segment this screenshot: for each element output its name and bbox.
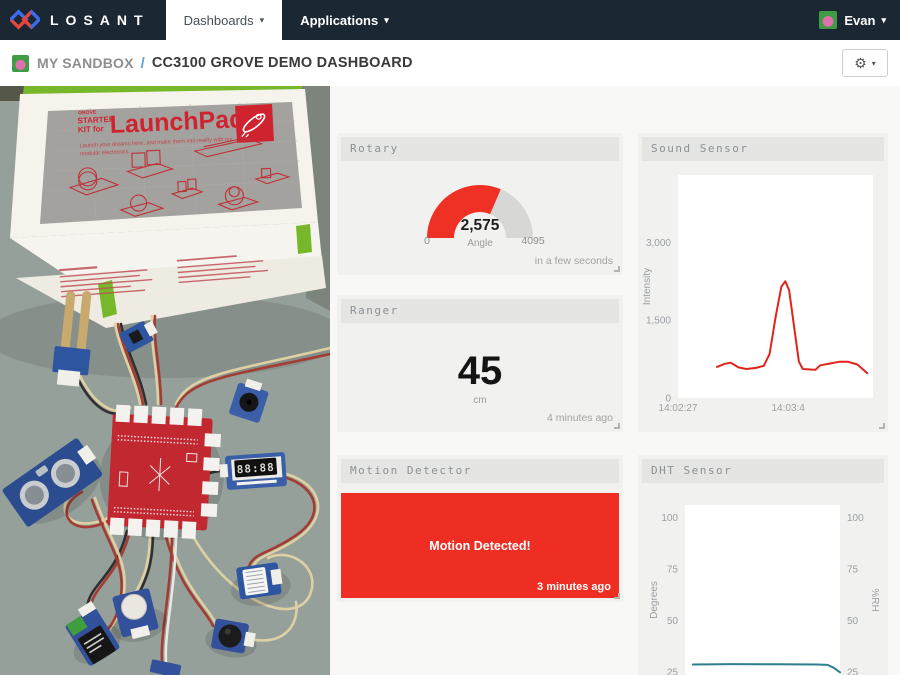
- motion-alert-panel: Motion Detected! 3 minutes ago: [341, 493, 619, 598]
- svg-text:25: 25: [667, 667, 679, 675]
- widget-title: Rotary: [341, 137, 619, 161]
- svg-text:50: 50: [847, 616, 859, 627]
- svg-text:100: 100: [847, 513, 864, 524]
- chevron-down-icon: ▾: [384, 14, 389, 25]
- widget-rotary: Rotary 2,575 Angle 0 4095 in a few secon…: [337, 133, 623, 275]
- resize-handle[interactable]: [879, 423, 885, 429]
- svg-text:50: 50: [667, 616, 679, 627]
- svg-text:75: 75: [667, 564, 679, 575]
- ranger-value: 45: [457, 349, 503, 393]
- grove-kit-photo: GROVE STARTER KIT for LaunchPad Launch y…: [0, 86, 330, 675]
- widget-ranger: Ranger 45 cm 4 minutes ago: [337, 295, 623, 432]
- breadcrumb-separator: /: [140, 54, 145, 72]
- svg-text:75: 75: [847, 564, 859, 575]
- svg-text:Intensity: Intensity: [642, 268, 653, 305]
- resize-handle[interactable]: [614, 423, 620, 429]
- last-updated: 3 minutes ago: [537, 581, 611, 593]
- page-title: CC3100 GROVE DEMO DASHBOARD: [151, 55, 413, 71]
- gauge-label: Angle: [467, 238, 493, 249]
- user-avatar: [819, 11, 838, 29]
- widget-title: Motion Detector: [341, 459, 619, 483]
- brand-wordmark: LOSANT: [50, 12, 150, 28]
- chevron-down-icon: ▾: [881, 14, 886, 25]
- svg-text:KIT for: KIT for: [78, 124, 104, 134]
- chevron-down-icon: ▾: [259, 14, 265, 25]
- svg-text:Degrees: Degrees: [649, 581, 660, 619]
- last-updated: 4 minutes ago: [547, 412, 613, 424]
- svg-text:14:02:27: 14:02:27: [659, 403, 698, 414]
- tab-dashboards[interactable]: Dashboards ▾: [165, 0, 283, 40]
- display-digits: 88:88: [236, 461, 275, 477]
- svg-text:%RH: %RH: [869, 588, 880, 611]
- svg-text:14:03:4: 14:03:4: [771, 403, 805, 414]
- navbar-spacer: [407, 0, 806, 40]
- dashboard-settings-button[interactable]: ⚙ ▾: [842, 49, 888, 77]
- svg-text:3,000: 3,000: [646, 238, 671, 249]
- ranger-unit: cm: [473, 395, 487, 406]
- widget-dht-sensor: DHT Sensor 100 75 50 25 100 75 50 25 Degrees %RH: [638, 455, 888, 675]
- dht-line-chart: 100 75 50 25 100 75 50 25 Degrees %RH: [649, 505, 880, 675]
- sound-line-chart: 01,5003,00014:02:27 14:03:4Intensity: [642, 175, 873, 414]
- widget-sound-sensor: Sound Sensor 0 1,500 3,000 14:02:27 14:03:4 I…: [638, 133, 888, 432]
- tab-applications[interactable]: Applications ▾: [282, 0, 407, 40]
- user-menu[interactable]: Evan ▾: [805, 0, 900, 40]
- svg-text:25: 25: [847, 667, 859, 675]
- last-updated: in a few seconds: [534, 255, 613, 267]
- breadcrumb: MY SANDBOX / CC3100 GROVE DEMO DASHBOARD…: [0, 40, 900, 86]
- chevron-down-icon: ▾: [871, 58, 876, 68]
- widget-title: DHT Sensor: [642, 459, 884, 483]
- gauge-value: 2,575: [460, 217, 500, 234]
- segment-display-module: 88:88: [219, 452, 287, 490]
- starter-kit-box: GROVE STARTER KIT for LaunchPad Launch y…: [10, 86, 326, 328]
- sandbox-avatar: [12, 54, 29, 72]
- resize-handle[interactable]: [614, 593, 620, 599]
- svg-text:1,500: 1,500: [646, 316, 671, 327]
- gauge-min: 0: [424, 235, 430, 247]
- gauge-max: 4095: [521, 235, 545, 247]
- motion-message: Motion Detected!: [429, 538, 531, 553]
- gear-icon: ⚙: [854, 55, 867, 71]
- user-name: Evan: [844, 12, 876, 28]
- losant-logo-icon: [10, 9, 40, 30]
- top-navbar: LOSANT Dashboards ▾ Applications ▾ Evan …: [0, 0, 900, 40]
- svg-text:100: 100: [661, 513, 678, 524]
- losant-brand[interactable]: LOSANT: [0, 0, 166, 40]
- widget-title: Ranger: [341, 299, 619, 323]
- box-title: LaunchPad: [109, 105, 245, 139]
- widget-motion-detector: Motion Detector Motion Detected! 3 minut…: [337, 455, 623, 602]
- breadcrumb-parent-link[interactable]: MY SANDBOX: [37, 55, 134, 71]
- widget-title: Sound Sensor: [642, 137, 884, 161]
- resize-handle[interactable]: [614, 266, 620, 272]
